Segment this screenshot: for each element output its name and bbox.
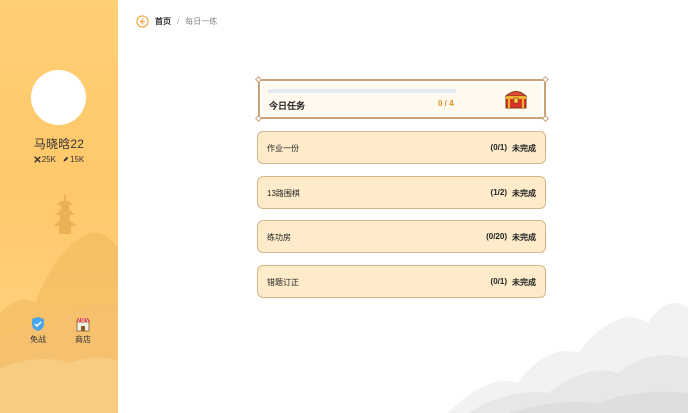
task-status: 未完成	[512, 189, 536, 198]
back-arrow-icon[interactable]	[136, 14, 149, 28]
shield-icon	[32, 317, 44, 331]
sidebar: 马晓晗22 25K 15K 免战 商店	[0, 0, 118, 413]
task-item-practice-room[interactable]: 练功房 (0/20) 未完成	[257, 220, 546, 253]
card-corner-ornament	[254, 75, 263, 84]
breadcrumb-home-link[interactable]: 首页	[155, 16, 171, 27]
task-item-homework[interactable]: 作业一份 (0/1) 未完成	[257, 131, 546, 164]
task-progress: (0/20)	[486, 232, 507, 241]
pencil-icon	[63, 156, 69, 162]
task-name: 错题订正	[267, 278, 299, 287]
username: 马晓晗22	[33, 137, 85, 151]
breadcrumb-separator: /	[177, 16, 180, 26]
task-status: 未完成	[512, 144, 536, 153]
breadcrumb: 首页 / 每日一练	[136, 13, 217, 29]
landscape-decoration	[0, 195, 118, 413]
card-corner-ornament	[541, 75, 550, 84]
nav-label-shop: 商店	[75, 335, 91, 344]
task-progress: (0/1)	[490, 143, 507, 152]
shop-icon	[76, 317, 90, 332]
pencil-stat-value: 15K	[70, 155, 85, 164]
task-status: 未完成	[512, 233, 536, 242]
battle-stat-value: 25K	[41, 155, 56, 164]
nav-label-avoid-battle: 免战	[30, 335, 46, 344]
today-task-card: 今日任务 0 / 4	[254, 75, 550, 123]
breadcrumb-current: 每日一练	[185, 16, 218, 26]
battle-stat: 25K	[33, 155, 56, 164]
nav-item-avoid-battle[interactable]: 免战	[23, 316, 53, 345]
nav-item-shop[interactable]: 商店	[68, 316, 98, 345]
task-status: 未完成	[512, 278, 536, 287]
treasure-chest-icon[interactable]	[505, 87, 527, 109]
today-progress-bar	[268, 89, 456, 93]
task-progress: (0/1)	[490, 277, 507, 286]
task-progress: (1/2)	[490, 188, 507, 197]
task-name: 作业一份	[267, 144, 299, 153]
pencil-stat: 15K	[62, 155, 84, 164]
user-stats: 25K 15K	[0, 155, 118, 164]
task-item-13-go[interactable]: 13路围棋 (1/2) 未完成	[257, 176, 546, 209]
crossed-swords-icon	[33, 156, 41, 163]
today-count: 0 / 4	[438, 99, 454, 108]
card-corner-ornament	[541, 114, 550, 123]
task-item-error-correction[interactable]: 错题订正 (0/1) 未完成	[257, 265, 546, 298]
task-name: 练功房	[267, 233, 291, 242]
card-corner-ornament	[254, 114, 263, 123]
task-name: 13路围棋	[267, 189, 300, 198]
avatar[interactable]	[31, 70, 86, 125]
today-title: 今日任务	[269, 101, 306, 111]
